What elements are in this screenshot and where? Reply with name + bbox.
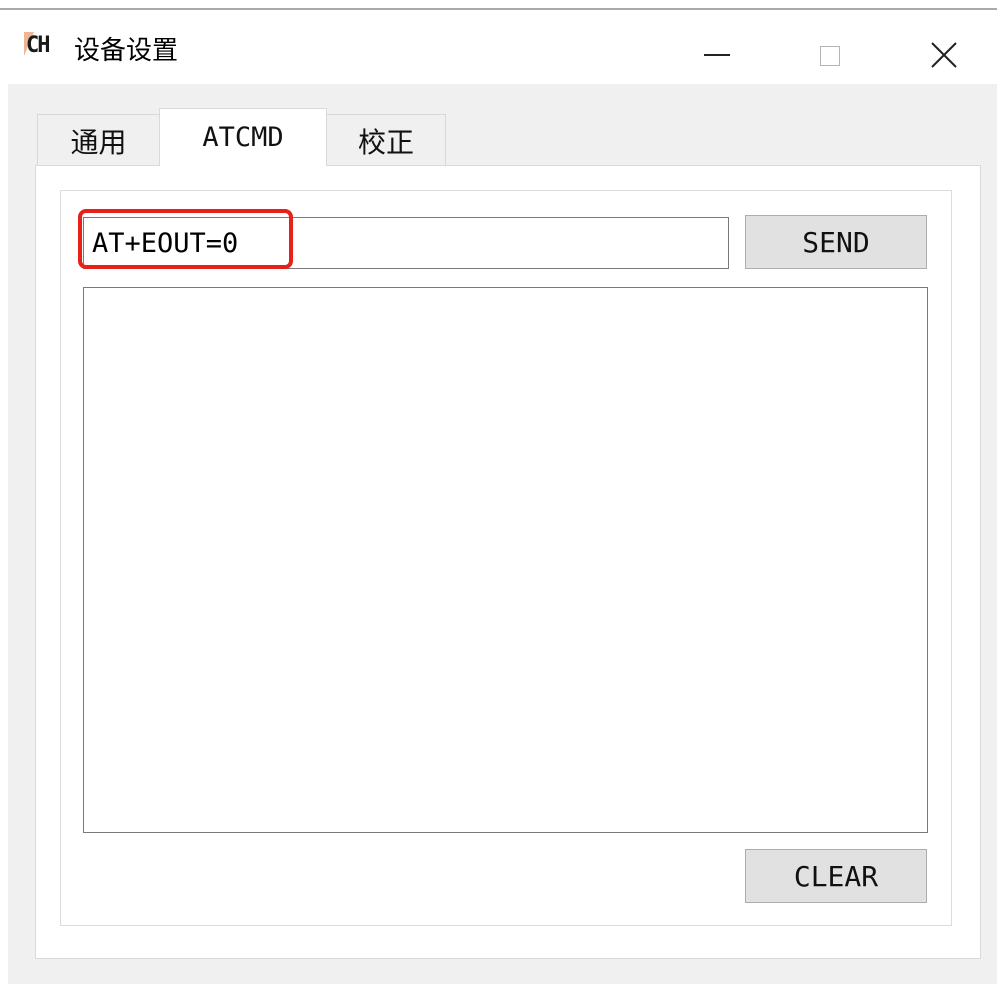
title-bar[interactable]: CH 设备设置	[0, 10, 997, 84]
send-button[interactable]: SEND	[745, 215, 927, 269]
tab-atcmd[interactable]: ATCMD	[159, 108, 327, 166]
output-textarea[interactable]	[83, 287, 928, 833]
atcmd-tab-page: SEND CLEAR	[35, 165, 981, 959]
minimize-icon	[704, 54, 730, 56]
close-icon	[931, 42, 957, 68]
minimize-button[interactable]	[690, 20, 750, 74]
app-icon: CH	[24, 32, 50, 58]
window-title: 设备设置	[74, 36, 179, 66]
maximize-button[interactable]	[804, 20, 864, 74]
command-input[interactable]	[83, 217, 729, 269]
tab-general[interactable]: 通用	[37, 114, 160, 166]
close-button[interactable]	[917, 20, 977, 74]
maximize-icon	[820, 46, 840, 66]
device-settings-window: CH 设备设置 通用 ATCMD 校正 SEND CLEAR	[0, 0, 997, 984]
atcmd-group: SEND CLEAR	[60, 190, 952, 926]
tab-calibration[interactable]: 校正	[326, 114, 446, 166]
client-area: 通用 ATCMD 校正 SEND CLEAR	[8, 84, 997, 984]
clear-button[interactable]: CLEAR	[745, 849, 927, 903]
